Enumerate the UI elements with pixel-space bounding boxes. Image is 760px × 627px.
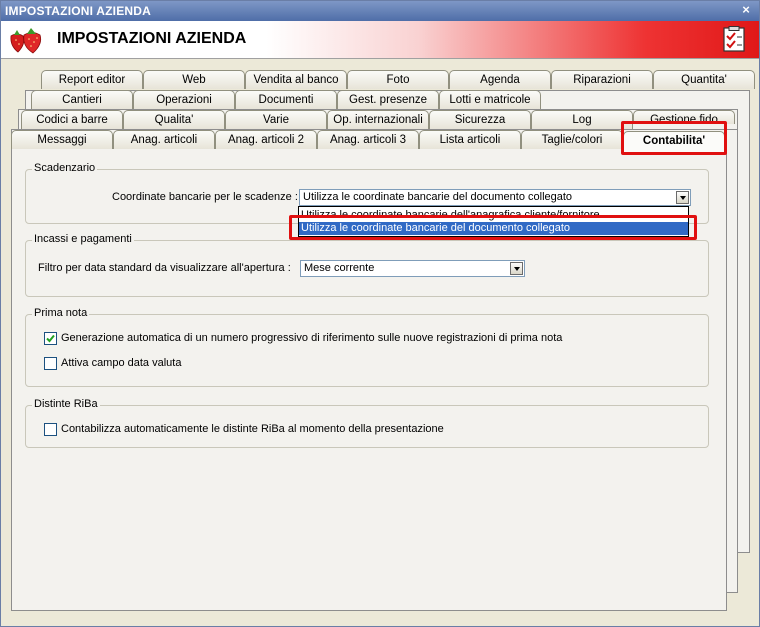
coordinate-bancarie-label: Coordinate bancarie per le scadenze : (112, 191, 298, 203)
contabilizza-riba-label: Contabilizza automaticamente le distinte… (61, 423, 444, 435)
close-icon[interactable]: × (739, 2, 753, 18)
tab-anag-articoli[interactable]: Anag. articoli (113, 130, 215, 149)
tab-riparazioni[interactable]: Riparazioni (551, 70, 653, 89)
chevron-down-icon[interactable] (510, 262, 523, 275)
tab-anag-articoli-2[interactable]: Anag. articoli 2 (215, 130, 317, 149)
tab-vendita-al-banco[interactable]: Vendita al banco (245, 70, 347, 89)
tab-lotti-e-matricole[interactable]: Lotti e matricole (439, 90, 541, 109)
window-title: IMPOSTAZIONI AZIENDA (5, 4, 151, 18)
highlight-contabilita-tab (621, 121, 727, 155)
strawberries-icon (10, 28, 42, 54)
group-title: Prima nota (32, 307, 90, 319)
checkmark-icon (46, 334, 55, 343)
tab-messaggi[interactable]: Messaggi (11, 130, 113, 149)
tab-gest-presenze[interactable]: Gest. presenze (337, 90, 439, 109)
tab-lista-articoli[interactable]: Lista articoli (419, 130, 521, 149)
tab-report-editor[interactable]: Report editor (41, 70, 143, 89)
group-distinte-riba: Distinte RiBa Contabilizza automaticamen… (25, 398, 709, 448)
header-banner: IMPOSTAZIONI AZIENDA (1, 21, 759, 59)
select-value: Utilizza le coordinate bancarie del docu… (303, 191, 573, 203)
progressivo-checkbox[interactable] (44, 332, 57, 345)
tab-codici-a-barre[interactable]: Codici a barre (21, 110, 123, 129)
tab-varie[interactable]: Varie (225, 110, 327, 129)
tab-anag-articoli-3[interactable]: Anag. articoli 3 (317, 130, 419, 149)
group-incassi-e-pagamenti: Incassi e pagamenti Filtro per data stan… (25, 233, 709, 297)
data-valuta-label: Attiva campo data valuta (61, 357, 182, 369)
coordinate-bancarie-select[interactable]: Utilizza le coordinate bancarie del docu… (299, 189, 691, 206)
title-bar[interactable]: IMPOSTAZIONI AZIENDA × (1, 1, 759, 21)
tab-foto[interactable]: Foto (347, 70, 449, 89)
tab-qualita[interactable]: Qualita' (123, 110, 225, 129)
settings-window: IMPOSTAZIONI AZIENDA × IMPOSTAZIONI AZIE… (0, 0, 760, 627)
tab-sicurezza[interactable]: Sicurezza (429, 110, 531, 129)
highlight-selected-option (289, 215, 697, 240)
group-title: Incassi e pagamenti (32, 233, 134, 245)
chevron-down-icon[interactable] (676, 191, 689, 204)
group-title: Scadenzario (32, 162, 98, 174)
filtro-data-label: Filtro per data standard da visualizzare… (38, 262, 291, 274)
tab-documenti[interactable]: Documenti (235, 90, 337, 109)
tab-web[interactable]: Web (143, 70, 245, 89)
tab-quantita[interactable]: Quantita' (653, 70, 755, 89)
group-prima-nota: Prima nota Generazione automatica di un … (25, 307, 709, 387)
page-title: IMPOSTAZIONI AZIENDA (57, 30, 247, 47)
data-valuta-checkbox[interactable] (44, 357, 57, 370)
group-title: Distinte RiBa (32, 398, 100, 410)
tab-op-internazionali[interactable]: Op. internazionali (327, 110, 429, 129)
checklist-icon[interactable] (723, 26, 745, 52)
contabilizza-riba-checkbox[interactable] (44, 423, 57, 436)
tab-operazioni[interactable]: Operazioni (133, 90, 235, 109)
filtro-data-select[interactable]: Mese corrente (300, 260, 525, 277)
tab-log[interactable]: Log (531, 110, 633, 129)
tab-cantieri[interactable]: Cantieri (31, 90, 133, 109)
tab-taglie-colori[interactable]: Taglie/colori (521, 130, 623, 149)
progressivo-label: Generazione automatica di un numero prog… (61, 332, 563, 344)
tab-agenda[interactable]: Agenda (449, 70, 551, 89)
select-value: Mese corrente (304, 262, 375, 274)
